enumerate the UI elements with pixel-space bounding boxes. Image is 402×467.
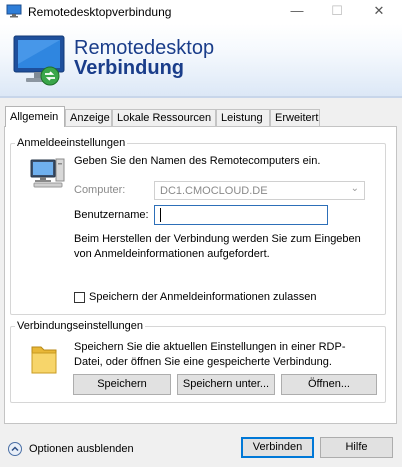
remote-desktop-monitor-icon [13, 35, 65, 86]
maximize-button[interactable]: ☐ [322, 0, 352, 24]
text-cursor [160, 208, 161, 222]
chevron-down-icon[interactable]: ⌄ [351, 183, 359, 194]
credentials-info-text: Beim Herstellen der Verbindung werden Si… [74, 233, 361, 260]
minimize-button[interactable]: — [282, 0, 312, 24]
open-button[interactable]: Öffnen... [281, 374, 377, 395]
save-credentials-label[interactable]: Speichern der Anmeldeinformationen zulas… [89, 290, 316, 305]
tab-anzeige[interactable]: Anzeige [65, 109, 112, 126]
hide-options-link[interactable]: Optionen ausblenden [29, 442, 134, 457]
close-button[interactable]: ✕ [364, 0, 394, 24]
computer-value: DC1.CMOCLOUD.DE [160, 185, 268, 197]
save-button[interactable]: Speichern [73, 374, 171, 395]
folder-icon [31, 346, 57, 374]
login-settings-legend: Anmeldeeinstellungen [17, 137, 126, 149]
tab-erweitert[interactable]: Erweitert [270, 109, 320, 126]
chevron-up-icon[interactable] [8, 442, 22, 456]
username-input[interactable] [154, 205, 328, 225]
connection-settings-legend: Verbindungseinstellungen [17, 320, 143, 332]
username-label: Benutzername: [74, 209, 149, 221]
save-credentials-checkbox[interactable] [74, 292, 85, 303]
tab-lokale-ressourcen[interactable]: Lokale Ressourcen [112, 109, 216, 126]
help-button[interactable]: Hilfe [320, 437, 393, 458]
window-title: Remotedesktopverbindung [28, 5, 172, 19]
banner-title-line2: Verbindung [74, 57, 184, 79]
connection-info-text: Speichern Sie die aktuellen Einstellunge… [74, 341, 346, 368]
save-as-button[interactable]: Speichern unter... [177, 374, 275, 395]
computer-icon [30, 158, 65, 188]
computer-label: Computer: [74, 184, 126, 196]
computer-dropdown[interactable]: DC1.CMOCLOUD.DE ⌄ [154, 181, 365, 200]
tab-allgemein[interactable]: Allgemein [5, 106, 65, 127]
banner-divider [0, 96, 402, 98]
connect-button[interactable]: Verbinden [241, 437, 314, 458]
tab-leistung[interactable]: Leistung [216, 109, 270, 126]
login-intro-text: Geben Sie den Namen des Remotecomputers … [74, 155, 321, 167]
remote-desktop-app-icon [6, 4, 22, 18]
